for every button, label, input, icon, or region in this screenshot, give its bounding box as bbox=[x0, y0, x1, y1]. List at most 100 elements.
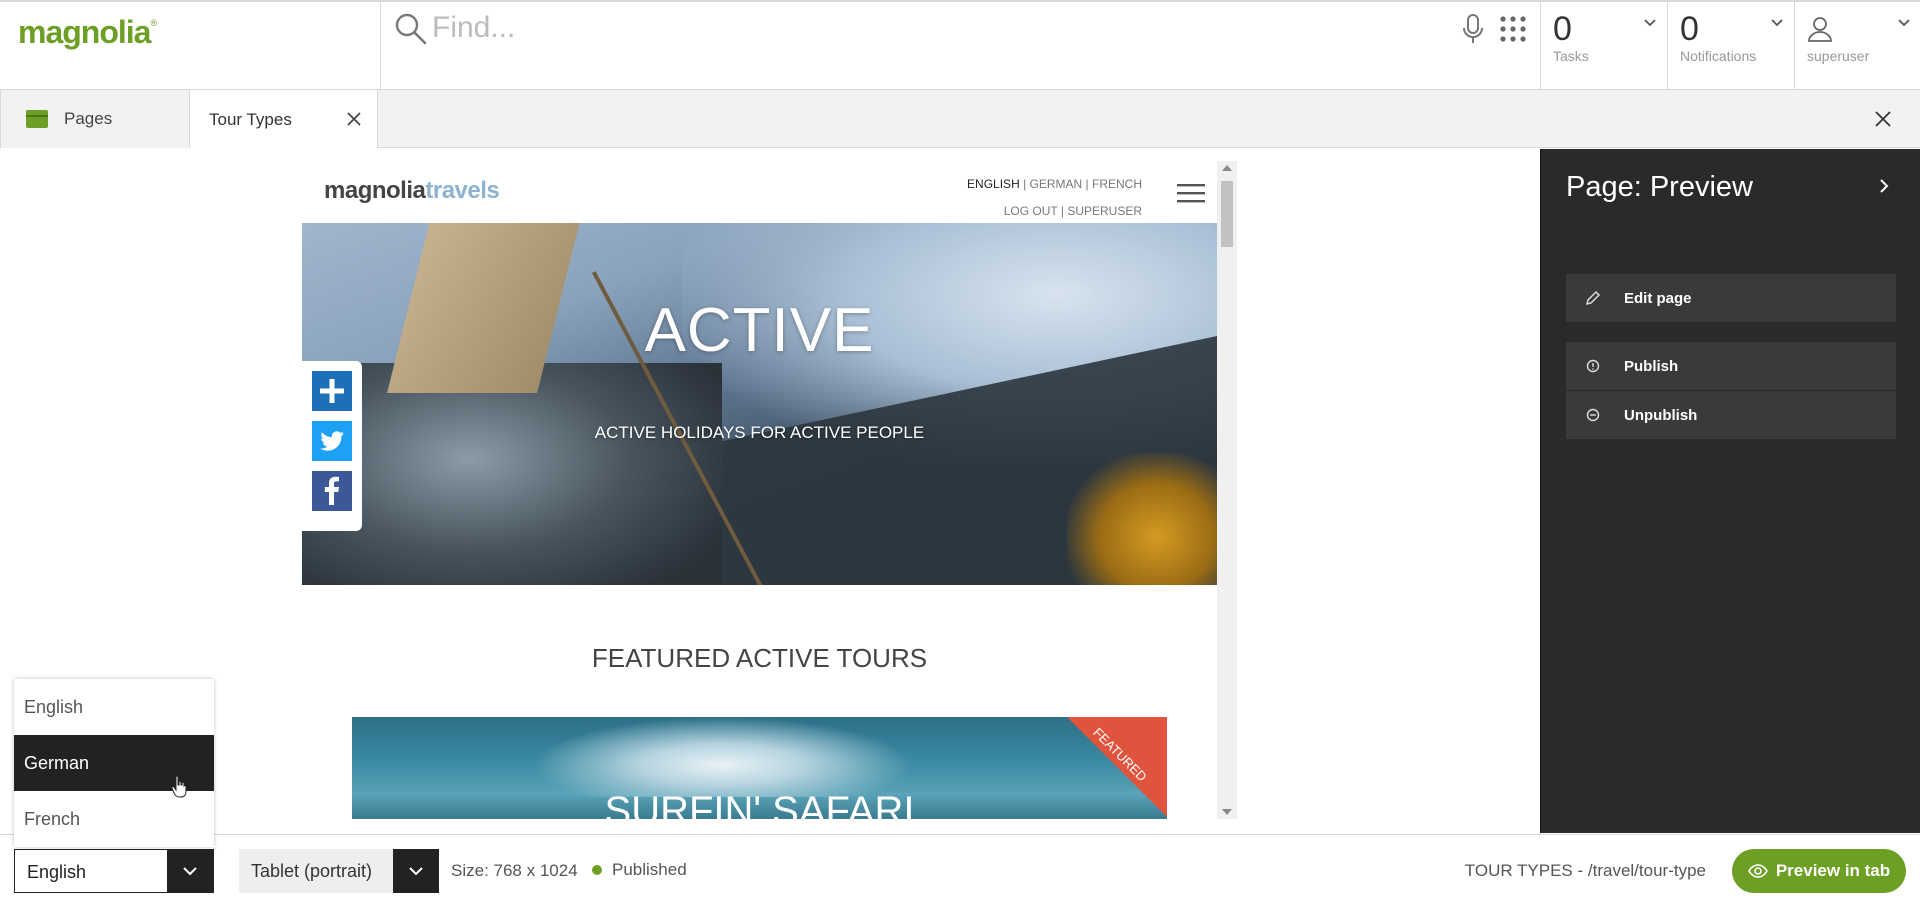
hero-subtitle: ACTIVE HOLIDAYS FOR ACTIVE PEOPLE bbox=[594, 423, 925, 442]
hero-person bbox=[1067, 453, 1217, 585]
mouse-pointer-icon bbox=[171, 775, 187, 798]
hero-title: ACTIVE bbox=[644, 296, 875, 365]
preview-in-tab-label: Preview in tab bbox=[1775, 861, 1891, 880]
chevron-right-icon[interactable] bbox=[1877, 178, 1891, 194]
option-label: French bbox=[24, 808, 81, 829]
chevron-down-icon bbox=[1898, 19, 1910, 27]
device-select-value: Tablet (portrait) bbox=[251, 861, 373, 881]
unpublish-button[interactable]: Unpublish bbox=[1566, 391, 1896, 439]
status-dot-icon bbox=[592, 865, 602, 875]
language-select-toggle[interactable] bbox=[167, 850, 213, 892]
tasks-count: 0 bbox=[1553, 10, 1572, 48]
action-label: Edit page bbox=[1624, 289, 1692, 307]
scroll-up-arrow-icon[interactable] bbox=[1222, 165, 1232, 171]
publish-icon bbox=[1586, 359, 1600, 373]
site-language-links: ENGLISH | GERMAN | FRENCH LOG OUT | SUPE… bbox=[967, 171, 1142, 225]
site-lang-french[interactable]: FRENCH bbox=[1092, 177, 1142, 191]
status-label: Published bbox=[612, 860, 687, 879]
action-label: Publish bbox=[1624, 357, 1679, 375]
device-select[interactable]: Tablet (portrait) bbox=[239, 849, 439, 893]
user-icon bbox=[1808, 17, 1832, 42]
tab-label: Pages bbox=[64, 109, 113, 128]
language-select[interactable]: English bbox=[14, 849, 214, 893]
pencil-icon bbox=[1585, 290, 1601, 306]
share-add-button[interactable] bbox=[312, 371, 352, 411]
bottom-toolbar: English Tablet (portrait) Size: 768 x 10… bbox=[0, 834, 1920, 902]
action-panel-title: Page: Preview bbox=[1566, 171, 1753, 203]
share-facebook-button[interactable] bbox=[312, 471, 352, 511]
facebook-icon bbox=[324, 476, 339, 505]
action-label: Unpublish bbox=[1624, 406, 1698, 424]
user-name: superuser bbox=[1807, 48, 1870, 64]
language-dropdown: English German French bbox=[14, 679, 214, 847]
chevron-down-icon bbox=[183, 867, 197, 876]
notifications-indicator[interactable]: 0 Notifications bbox=[1668, 2, 1794, 92]
site-logo[interactable]: magnoliatravels bbox=[324, 177, 500, 205]
language-option-french[interactable]: French bbox=[14, 791, 214, 847]
device-select-toggle[interactable] bbox=[393, 849, 439, 893]
lang-separator: | bbox=[1057, 204, 1068, 218]
preview-frame[interactable]: magnoliatravels ENGLISH | GERMAN | FRENC… bbox=[302, 161, 1237, 819]
share-twitter-button[interactable] bbox=[312, 421, 352, 461]
app-tab-bar: Pages Tour Types bbox=[0, 90, 1920, 149]
action-panel: Page: Preview Edit page Publish Unpublis… bbox=[1540, 149, 1920, 833]
tour-card[interactable]: SURFIN' SAFARI FEATURED bbox=[352, 717, 1167, 819]
chevron-down-icon bbox=[1644, 19, 1656, 27]
chevron-down-icon bbox=[409, 867, 423, 876]
lang-separator: | bbox=[1019, 177, 1030, 191]
preview-scrollbar[interactable] bbox=[1217, 161, 1237, 819]
preview-in-tab-button[interactable]: Preview in tab bbox=[1732, 849, 1906, 893]
hero-banner: ACTIVE ACTIVE HOLIDAYS FOR ACTIVE PEOPLE bbox=[302, 223, 1217, 585]
site-lang-english[interactable]: ENGLISH bbox=[967, 177, 1020, 191]
size-label: Size: 768 x 1024 bbox=[451, 861, 578, 880]
page-preview-area: magnoliatravels ENGLISH | GERMAN | FRENC… bbox=[0, 148, 1540, 834]
app-launcher-icon[interactable] bbox=[1498, 14, 1528, 44]
site-logout-link[interactable]: LOG OUT bbox=[1004, 204, 1058, 218]
microphone-icon[interactable] bbox=[1459, 13, 1487, 45]
eye-icon bbox=[1747, 864, 1768, 878]
section-title: FEATURED ACTIVE TOURS bbox=[591, 643, 928, 673]
twitter-icon bbox=[320, 431, 344, 451]
top-bar: magnolia® 0 Tasks 0 Notifications su bbox=[0, 0, 1920, 92]
pages-app-icon bbox=[26, 110, 48, 128]
option-label: German bbox=[24, 752, 90, 773]
tab-label: Tour Types bbox=[209, 109, 292, 129]
close-icon[interactable] bbox=[345, 110, 363, 128]
tab-tour-types[interactable]: Tour Types bbox=[190, 90, 378, 149]
scroll-thumb[interactable] bbox=[1221, 181, 1233, 247]
option-label: English bbox=[24, 696, 84, 717]
unpublish-icon bbox=[1586, 408, 1600, 422]
scroll-down-arrow-icon[interactable] bbox=[1222, 809, 1232, 815]
language-option-english[interactable]: English bbox=[14, 679, 214, 735]
site-logo-part2: travels bbox=[425, 177, 500, 204]
edit-page-button[interactable]: Edit page bbox=[1566, 274, 1896, 322]
card-wave bbox=[532, 717, 912, 797]
tasks-label: Tasks bbox=[1553, 48, 1589, 64]
tasks-indicator[interactable]: 0 Tasks bbox=[1541, 2, 1667, 92]
page-path-label: TOUR TYPES - /travel/tour-type bbox=[1464, 861, 1706, 880]
tab-pages[interactable]: Pages bbox=[0, 90, 190, 148]
plus-icon bbox=[320, 379, 344, 403]
search-icon bbox=[395, 13, 427, 45]
close-app-icon[interactable] bbox=[1874, 110, 1892, 128]
publish-button[interactable]: Publish bbox=[1566, 342, 1896, 390]
site-header: magnoliatravels ENGLISH | GERMAN | FRENC… bbox=[302, 161, 1217, 223]
lang-separator: | bbox=[1082, 177, 1092, 191]
language-select-value: English bbox=[27, 862, 87, 882]
notifications-count: 0 bbox=[1680, 10, 1699, 48]
ribbon-triangle bbox=[1067, 717, 1167, 817]
search-input[interactable] bbox=[432, 8, 1412, 48]
share-bar bbox=[302, 361, 362, 531]
hamburger-menu-icon[interactable] bbox=[1177, 183, 1205, 203]
app-logo-text: magnolia bbox=[18, 14, 151, 50]
site-user-link[interactable]: SUPERUSER bbox=[1067, 204, 1142, 218]
notifications-label: Notifications bbox=[1680, 48, 1757, 64]
user-menu[interactable]: superuser bbox=[1795, 2, 1920, 92]
featured-ribbon: FEATURED bbox=[1067, 717, 1167, 817]
app-logo[interactable]: magnolia® bbox=[18, 14, 378, 64]
registered-mark: ® bbox=[150, 18, 158, 28]
tour-card-title: SURFIN' SAFARI bbox=[604, 789, 915, 819]
site-lang-german[interactable]: GERMAN bbox=[1030, 177, 1083, 191]
site-logo-part1: magnolia bbox=[324, 177, 426, 204]
divider bbox=[380, 2, 381, 92]
